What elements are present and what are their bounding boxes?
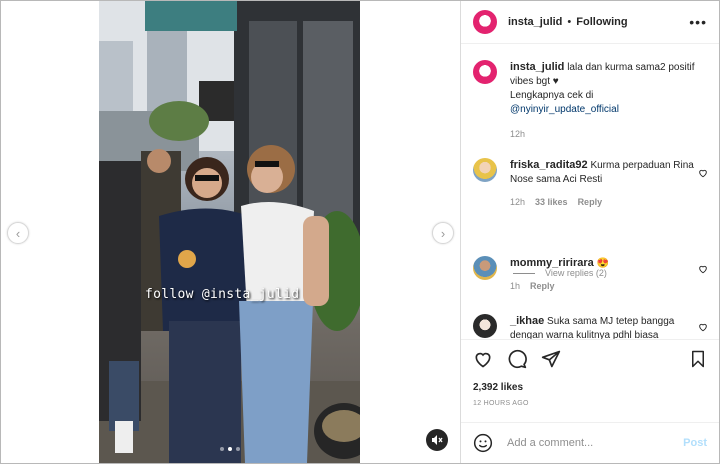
comment-time[interactable]: 12h bbox=[510, 195, 525, 209]
comment-item: mommy_ririrara 😍 1h Reply bbox=[461, 256, 719, 293]
post-timestamp[interactable]: 12 HOURS AGO bbox=[461, 400, 719, 407]
caption-time[interactable]: 12h bbox=[510, 127, 525, 141]
caption: insta_julid lala dan kurma sama2 positif… bbox=[461, 60, 719, 141]
carousel-indicator bbox=[219, 447, 240, 451]
more-options-icon[interactable]: ••• bbox=[689, 14, 707, 30]
like-comment-heart-icon[interactable] bbox=[698, 168, 708, 178]
speaker-muted-icon bbox=[432, 435, 443, 445]
caption-mention-link[interactable]: @nyinyir_update_official bbox=[510, 104, 619, 115]
add-comment-bar: Post bbox=[461, 422, 719, 463]
comment-username[interactable]: _ikhae bbox=[510, 315, 544, 327]
post-actions-bar bbox=[461, 339, 719, 378]
comment-item: _ikhae Suka sama MJ tetep bangga dengan … bbox=[461, 314, 719, 339]
author-avatar[interactable] bbox=[473, 10, 497, 34]
commenter-avatar[interactable] bbox=[473, 158, 497, 182]
commenter-avatar[interactable] bbox=[473, 314, 497, 338]
chevron-right-icon: › bbox=[440, 225, 446, 241]
carousel-next-button[interactable]: › bbox=[432, 222, 454, 244]
comment-bubble-icon[interactable] bbox=[507, 349, 527, 369]
comment-text: 😍 bbox=[596, 258, 610, 269]
mute-button[interactable] bbox=[426, 429, 448, 451]
save-bookmark-icon[interactable] bbox=[689, 350, 707, 368]
post-header: insta_julid • Following ••• bbox=[461, 1, 719, 44]
chevron-left-icon: ‹ bbox=[15, 225, 21, 241]
caption-meta: 12h bbox=[510, 127, 707, 141]
following-button[interactable]: Following bbox=[576, 16, 627, 28]
like-comment-heart-icon[interactable] bbox=[698, 264, 708, 274]
comment-item: friska_radita92 Kurma perpaduan Rina Nos… bbox=[461, 158, 719, 209]
emoji-smiley-icon[interactable] bbox=[473, 433, 493, 453]
commenter-avatar[interactable] bbox=[473, 256, 497, 280]
comment-username[interactable]: mommy_ririrara bbox=[510, 257, 594, 269]
post-details-panel: insta_julid • Following ••• insta_julid … bbox=[461, 1, 719, 463]
video-frame-illustration bbox=[99, 1, 360, 463]
video-watermark-text: follow @insta_julid bbox=[145, 287, 300, 302]
dot-separator: • bbox=[567, 16, 572, 28]
carousel-prev-button[interactable]: ‹ bbox=[7, 222, 29, 244]
likes-count[interactable]: 2,392 likes bbox=[461, 382, 719, 393]
reply-button[interactable]: Reply bbox=[578, 195, 603, 209]
carousel-dot bbox=[235, 447, 240, 451]
reply-button[interactable]: Reply bbox=[530, 279, 555, 293]
comment-body: _ikhae Suka sama MJ tetep bangga dengan … bbox=[510, 314, 696, 339]
comment-body: mommy_ririrara 😍 1h Reply bbox=[510, 256, 696, 293]
comment-username[interactable]: friska_radita92 bbox=[510, 159, 588, 171]
like-heart-icon[interactable] bbox=[473, 349, 493, 369]
author-username[interactable]: insta_julid bbox=[508, 16, 562, 28]
share-paper-plane-icon[interactable] bbox=[541, 349, 561, 369]
caption-line2: Lengkapnya cek di bbox=[510, 90, 594, 101]
comment-meta: 1h Reply bbox=[510, 279, 696, 293]
comment-input[interactable] bbox=[505, 436, 684, 450]
carousel-dot bbox=[219, 447, 224, 451]
post-comment-button[interactable]: Post bbox=[683, 437, 707, 449]
like-comment-heart-icon[interactable] bbox=[698, 322, 708, 332]
post-video[interactable]: follow @insta_julid bbox=[99, 1, 360, 463]
comment-likes[interactable]: 33 likes bbox=[535, 195, 568, 209]
instagram-post-modal: ‹ follow @insta_julid › insta_julid • Fo… bbox=[0, 0, 720, 464]
comment-meta: 12h 33 likes Reply bbox=[510, 195, 696, 209]
carousel-dot-active bbox=[227, 447, 232, 451]
media-panel: ‹ follow @insta_julid › bbox=[1, 1, 461, 463]
comments-list[interactable]: insta_julid lala dan kurma sama2 positif… bbox=[461, 44, 719, 339]
caption-body: insta_julid lala dan kurma sama2 positif… bbox=[510, 60, 707, 141]
caption-username[interactable]: insta_julid bbox=[510, 61, 564, 73]
comment-time[interactable]: 1h bbox=[510, 279, 520, 293]
author-info: insta_julid • Following bbox=[508, 16, 628, 28]
comment-body: friska_radita92 Kurma perpaduan Rina Nos… bbox=[510, 158, 696, 209]
caption-author-avatar[interactable] bbox=[473, 60, 497, 84]
